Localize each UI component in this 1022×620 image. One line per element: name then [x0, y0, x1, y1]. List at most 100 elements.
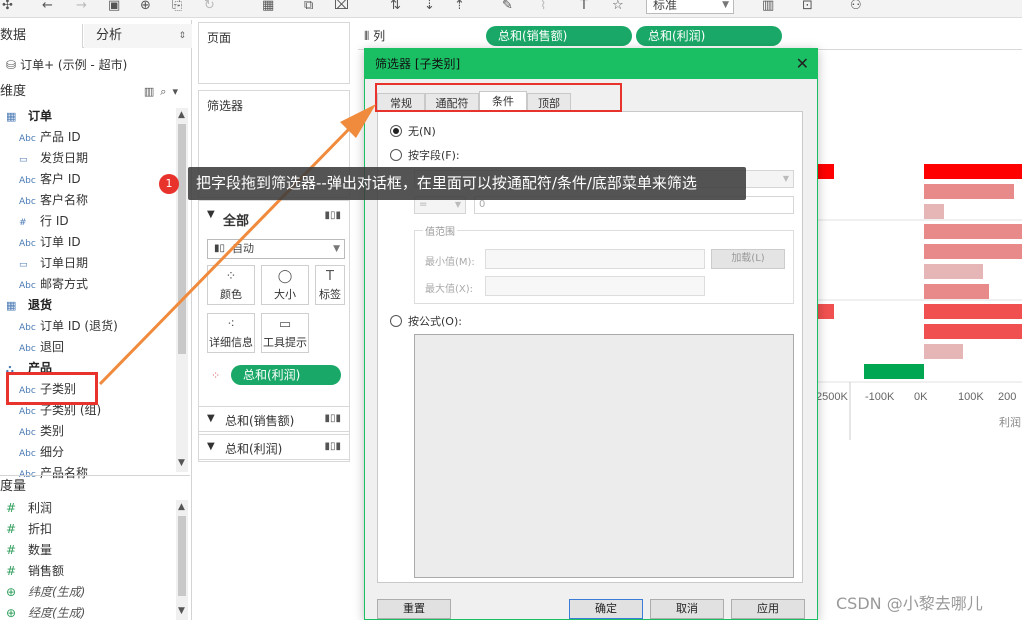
measure-field[interactable]: ⊕ 经度(生成) [0, 603, 85, 620]
scroll-down-icon[interactable]: ▼ [178, 606, 185, 616]
option-by-field[interactable]: 按字段(F): [390, 148, 460, 164]
reset-button[interactable]: 重置 [377, 599, 451, 619]
dimension-field[interactable]: Abc 订单 ID [0, 232, 81, 253]
mark-label-button[interactable]: T 标签 [315, 265, 345, 305]
highlight-icon[interactable]: ✎ [502, 0, 513, 14]
apply-button[interactable]: 应用 [731, 599, 805, 619]
dimension-field[interactable]: Abc 客户 ID [0, 169, 81, 190]
sort-desc-icon[interactable]: ⇡ [454, 0, 465, 14]
mark-color-button[interactable]: ⁘ 颜色 [207, 265, 255, 305]
pin-icon[interactable]: ☆ [612, 0, 624, 14]
group-icon[interactable]: ⌇ [540, 0, 546, 14]
bar-mark[interactable] [924, 304, 1022, 319]
measure-field[interactable]: # 利润 [0, 498, 52, 519]
folder-item[interactable]: ▦ 退货 [0, 295, 52, 316]
presentation-icon[interactable]: ⊡ [802, 0, 813, 14]
bar-mark[interactable] [924, 344, 963, 359]
scroll-thumb[interactable] [178, 124, 186, 354]
max-input[interactable] [485, 276, 705, 296]
duplicate-icon[interactable]: ⧉ [304, 0, 313, 14]
dimension-field[interactable]: Abc 客户名称 [0, 190, 88, 211]
columns-shelf[interactable]: ⦀ 列 总和(销售额) 总和(利润) [358, 22, 1022, 50]
tab-data[interactable]: 数据 [0, 24, 83, 48]
option-by-formula[interactable]: 按公式(O): [390, 314, 462, 330]
share-icon[interactable]: ⚇ [850, 0, 862, 14]
view-list-icon[interactable]: ▥ [144, 85, 160, 98]
swap-icon[interactable]: ⇅ [390, 0, 401, 14]
load-button[interactable]: 加载(L) [711, 249, 785, 269]
mark-size-button[interactable]: ◯ 大小 [261, 265, 309, 305]
dimension-scrollbar[interactable]: ▲ ▼ [176, 108, 188, 472]
scroll-down-icon[interactable]: ▼ [178, 458, 185, 468]
datasource-item[interactable]: ⛁ 订单+ (示例 - 超市) [6, 56, 127, 73]
bar-mark[interactable] [924, 324, 1022, 339]
marks-sales-row[interactable]: ▼ 总和(销售额) ▮▯▮ [198, 406, 350, 432]
close-icon[interactable]: ✕ [796, 49, 809, 79]
color-pill[interactable]: 总和(利润) [231, 365, 341, 385]
fit-select[interactable]: 标准 ▼ [646, 0, 734, 14]
labels-icon[interactable]: T [580, 0, 588, 14]
bar-mark[interactable] [924, 264, 983, 279]
radio-checked-icon[interactable] [390, 125, 402, 137]
dimension-field[interactable]: Abc 类别 [0, 421, 64, 442]
mark-type-dropdown[interactable]: ▮▯ 自动 ▼ [207, 239, 345, 259]
show-me-chart-icon[interactable]: ▥ [762, 0, 774, 14]
dimension-field[interactable]: Abc 订单 ID (退货) [0, 316, 118, 337]
new-datasource-icon[interactable]: ⊕ [140, 0, 151, 14]
bar-mark[interactable] [924, 184, 1014, 199]
dimension-field[interactable]: Abc 细分 [0, 442, 64, 463]
field-label: 类别 [40, 424, 65, 438]
bar-mark[interactable] [864, 364, 924, 379]
bar-mark[interactable] [924, 284, 989, 299]
radio-icon[interactable] [390, 149, 402, 161]
ok-button[interactable]: 确定 [569, 599, 643, 619]
marks-sales-label: 总和(销售额) [225, 414, 295, 428]
undo-icon[interactable]: ← [42, 0, 53, 14]
new-worksheet-icon[interactable]: ▦ [262, 0, 274, 14]
measure-scrollbar[interactable]: ▲ ▼ [176, 500, 188, 620]
mark-detail-button[interactable]: ⁖ 详细信息 [207, 313, 255, 353]
cancel-button[interactable]: 取消 [650, 599, 724, 619]
dimension-field[interactable]: Abc 退回 [0, 337, 64, 358]
bar-mark[interactable] [924, 164, 1022, 179]
save-icon[interactable]: ▣ [108, 0, 120, 14]
chevron-down-icon[interactable]: ▾ [172, 85, 184, 98]
scroll-thumb[interactable] [178, 516, 186, 596]
clear-sheet-icon[interactable]: ⌧ [334, 0, 349, 14]
pages-shelf[interactable]: 页面 [198, 22, 350, 84]
dimension-field[interactable]: Abc 邮寄方式 [0, 274, 88, 295]
min-input[interactable] [485, 249, 705, 269]
refresh-icon[interactable]: ↻ [204, 0, 215, 14]
radio-icon[interactable] [390, 315, 402, 327]
bar-mark[interactable] [924, 224, 1022, 239]
dialog-titlebar[interactable]: 筛选器 [子类别] ✕ [365, 49, 817, 79]
tab-analysis[interactable]: 分析 ⇕ [84, 24, 192, 48]
dimension-field[interactable]: # 行 ID [0, 211, 69, 232]
bar-mark[interactable] [924, 244, 1022, 259]
folder-item[interactable]: ▦ 订单 [0, 106, 52, 127]
measure-field[interactable]: # 销售额 [0, 561, 64, 582]
pause-updates-icon[interactable]: ⎘ [172, 0, 182, 14]
string-type-icon: Abc [19, 323, 36, 333]
dimension-field[interactable]: ▭ 发货日期 [0, 148, 88, 169]
mark-button-label: 工具提示 [263, 336, 307, 349]
scroll-up-icon[interactable]: ▲ [178, 502, 185, 512]
tableau-logo-icon[interactable]: ✣ [2, 0, 13, 14]
dimension-field[interactable]: ▭ 订单日期 [0, 253, 88, 274]
marks-profit-row[interactable]: ▼ 总和(利润) ▮▯▮ [198, 434, 350, 460]
columns-pill-profit[interactable]: 总和(利润) [636, 26, 782, 46]
measure-field[interactable]: # 折扣 [0, 519, 52, 540]
chevron-down-icon[interactable]: ▼ [207, 209, 215, 220]
search-icon[interactable]: ⌕ [160, 85, 172, 98]
bar-mark[interactable] [924, 204, 944, 219]
measure-field[interactable]: # 数量 [0, 540, 52, 561]
columns-pill-sales[interactable]: 总和(销售额) [486, 26, 632, 46]
measure-field[interactable]: ⊕ 纬度(生成) [0, 582, 85, 603]
formula-textarea[interactable] [414, 334, 794, 578]
mark-tooltip-button[interactable]: ▭ 工具提示 [261, 313, 309, 353]
option-none[interactable]: 无(N) [390, 124, 436, 140]
redo-icon[interactable]: → [76, 0, 87, 14]
sort-asc-icon[interactable]: ⇣ [424, 0, 435, 14]
dimension-field[interactable]: Abc 产品 ID [0, 127, 81, 148]
scroll-up-icon[interactable]: ▲ [178, 110, 185, 120]
